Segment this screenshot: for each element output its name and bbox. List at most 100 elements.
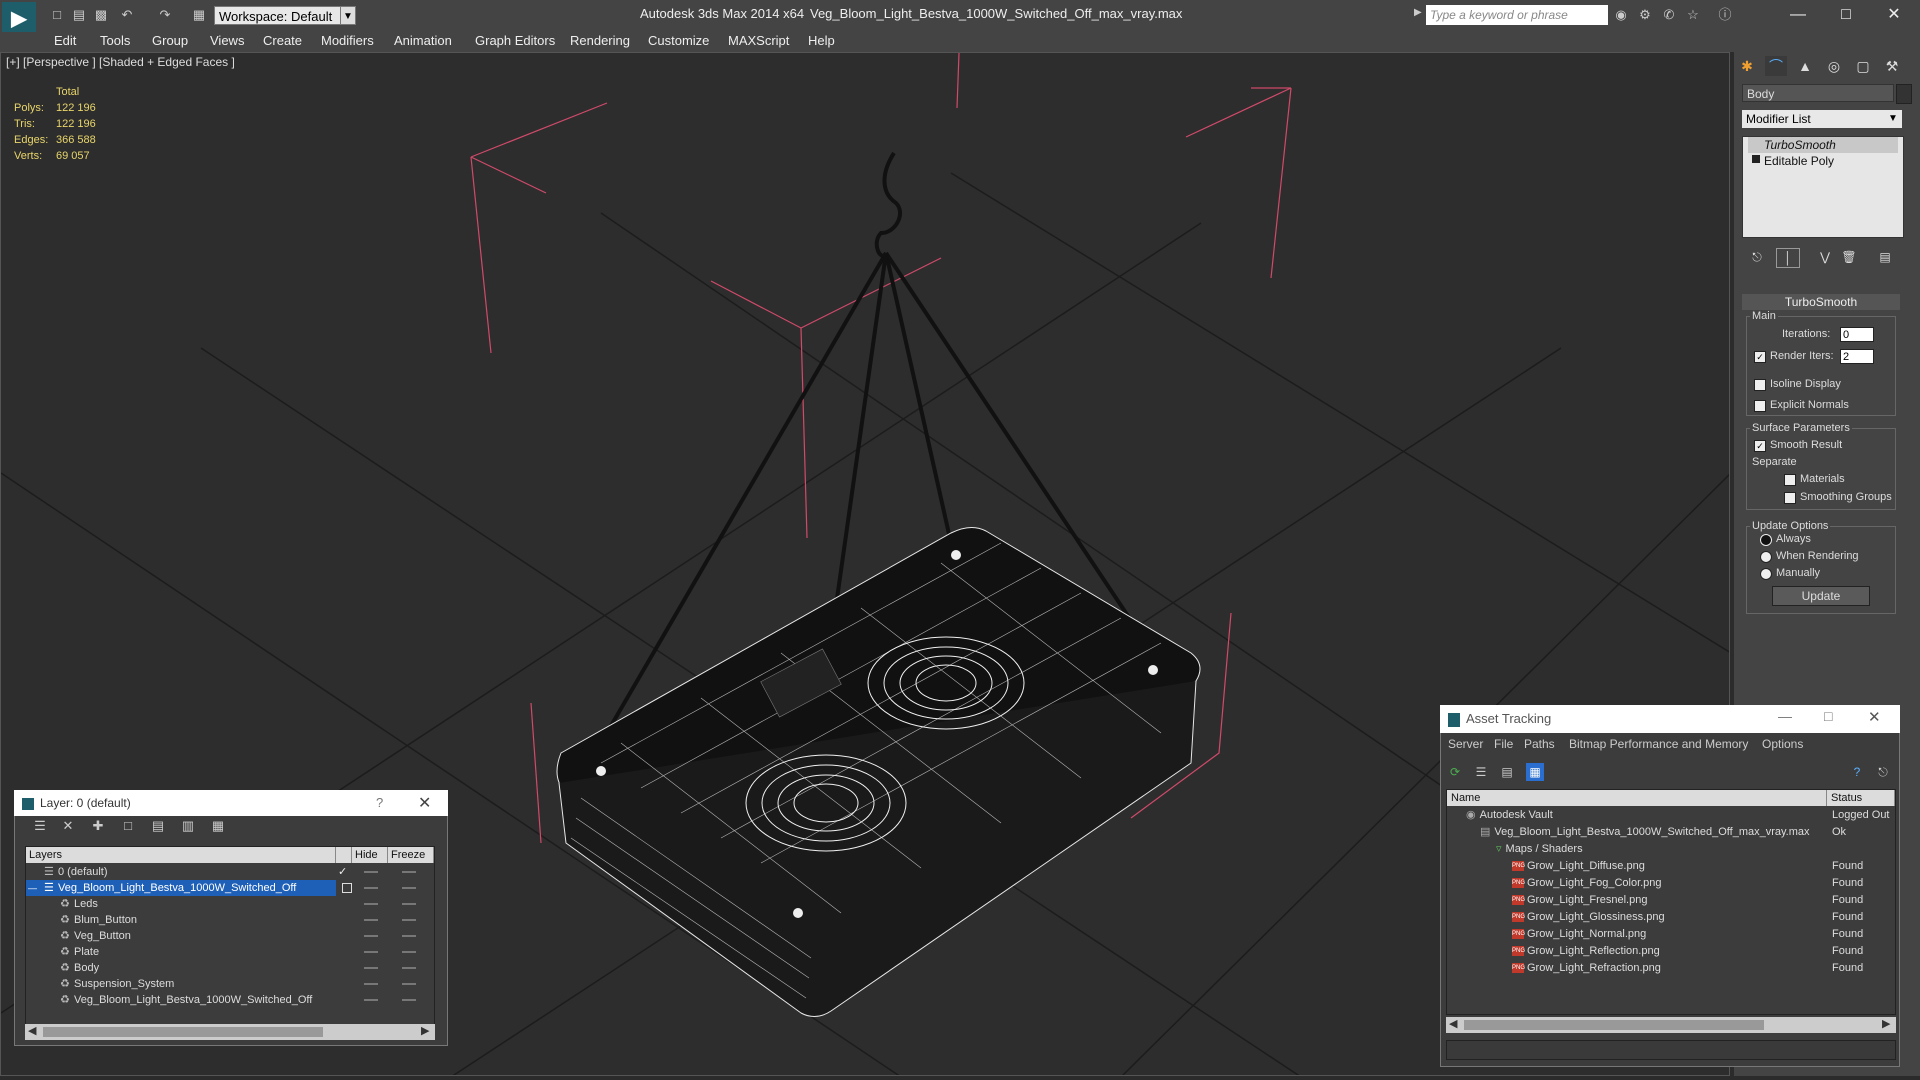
freeze-toggle[interactable]: [402, 999, 416, 1001]
asset-row-texture[interactable]: PNG Grow_Light_Normal.png: [1512, 926, 1646, 943]
layer-row[interactable]: ☰ 0 (default) ✓: [26, 864, 434, 880]
freeze-toggle[interactable]: [402, 887, 416, 889]
maximize-icon[interactable]: □: [1826, 3, 1866, 27]
hide-toggle[interactable]: [364, 887, 378, 889]
menu-graph-editors[interactable]: Graph Editors: [475, 33, 555, 48]
hierarchy-tab-icon[interactable]: ▲: [1794, 56, 1816, 76]
open-file-icon[interactable]: ▤: [70, 7, 88, 23]
freeze-toggle[interactable]: [402, 903, 416, 905]
new-file-icon[interactable]: □: [48, 7, 66, 23]
asset-menu-file[interactable]: File: [1494, 737, 1513, 751]
asset-row-vault[interactable]: ◉ Autodesk Vault: [1466, 807, 1553, 824]
menu-edit[interactable]: Edit: [54, 33, 76, 48]
menu-modifiers[interactable]: Modifiers: [321, 33, 374, 48]
display-tab-icon[interactable]: ▢: [1852, 56, 1874, 76]
stack-item-editable-poly[interactable]: Editable Poly: [1748, 153, 1898, 169]
utilities-tab-icon[interactable]: ⚒: [1881, 56, 1903, 76]
layer-horizontal-scrollbar[interactable]: ◀ ▶: [25, 1024, 435, 1040]
explicit-normals-checkbox[interactable]: [1754, 400, 1766, 412]
smooth-result-checkbox[interactable]: ✓: [1754, 440, 1766, 452]
materials-checkbox[interactable]: [1784, 474, 1796, 486]
save-file-icon[interactable]: ▩: [92, 7, 110, 23]
show-end-result-icon[interactable]: │: [1776, 248, 1800, 268]
menu-create[interactable]: Create: [263, 33, 302, 48]
communication-center-icon[interactable]: ✆: [1660, 7, 1678, 23]
motion-tab-icon[interactable]: ◎: [1823, 56, 1845, 76]
render-iters-spinner[interactable]: 2: [1840, 349, 1874, 364]
asset-row-texture[interactable]: PNG Grow_Light_Diffuse.png: [1512, 858, 1645, 875]
collapse-icon[interactable]: —: [28, 880, 37, 896]
hide-toggle[interactable]: [364, 871, 378, 873]
refresh-icon[interactable]: ⟳: [1446, 763, 1464, 781]
layer-row[interactable]: ♻ Body: [26, 960, 434, 976]
menu-maxscript[interactable]: MAXScript: [728, 33, 789, 48]
asset-row-max-file[interactable]: ▤ Veg_Bloom_Light_Bestva_1000W_Switched_O…: [1480, 824, 1810, 841]
layer-row[interactable]: ♻ Suspension_System: [26, 976, 434, 992]
help-icon[interactable]: ?: [1848, 763, 1866, 781]
stack-item-turbosmooth[interactable]: TurboSmooth: [1748, 137, 1898, 153]
subscription-icon[interactable]: ⚙: [1636, 7, 1654, 23]
add-to-layer-icon[interactable]: ✚: [88, 815, 108, 837]
menu-customize[interactable]: Customize: [648, 33, 709, 48]
render-column-header[interactable]: [336, 847, 352, 863]
scroll-left-icon[interactable]: ◀: [1449, 1017, 1457, 1030]
detail-view-icon[interactable]: ▤: [1498, 763, 1516, 781]
project-folder-icon[interactable]: ▦: [190, 7, 208, 23]
freeze-all-icon[interactable]: ▦: [208, 815, 228, 837]
close-icon[interactable]: ✕: [1874, 3, 1914, 27]
delete-layer-icon[interactable]: ✕: [58, 815, 78, 837]
asset-menu-paths[interactable]: Paths: [1524, 737, 1555, 751]
minimize-icon[interactable]: —: [1778, 708, 1792, 724]
menu-animation[interactable]: Animation: [394, 33, 452, 48]
search-input[interactable]: Type a keyword or phrase: [1426, 5, 1608, 25]
close-icon[interactable]: ✕: [418, 793, 431, 813]
scroll-right-icon[interactable]: ▶: [421, 1024, 429, 1037]
name-column-header[interactable]: Name: [1447, 790, 1827, 806]
menu-views[interactable]: Views: [210, 33, 244, 48]
create-tab-icon[interactable]: ✱: [1736, 56, 1758, 76]
checkmark-icon[interactable]: ✓: [338, 864, 347, 880]
menu-rendering[interactable]: Rendering: [570, 33, 630, 48]
layer-row[interactable]: ♻ Veg_Bloom_Light_Bestva_1000W_Switched_…: [26, 992, 434, 1008]
pin-stack-icon[interactable]: ⎋: [1746, 248, 1768, 266]
asset-row-texture[interactable]: PNG Grow_Light_Fresnel.png: [1512, 892, 1647, 909]
binoculars-icon[interactable]: ◉: [1612, 7, 1630, 23]
freeze-column-header[interactable]: Freeze: [388, 847, 434, 863]
asset-horizontal-scrollbar[interactable]: ◀ ▶: [1446, 1017, 1896, 1033]
undo-icon[interactable]: ↶: [118, 7, 136, 23]
table-view-icon[interactable]: ▦: [1526, 763, 1544, 781]
menu-tools[interactable]: Tools: [100, 33, 130, 48]
always-radio[interactable]: [1760, 534, 1772, 546]
highlight-layer-icon[interactable]: ▤: [148, 815, 168, 837]
when-rendering-radio[interactable]: [1760, 551, 1772, 563]
freeze-toggle[interactable]: [402, 951, 416, 953]
asset-row-texture[interactable]: PNG Grow_Light_Glossiness.png: [1512, 909, 1665, 926]
menu-help[interactable]: Help: [808, 33, 835, 48]
layers-column-header[interactable]: Layers: [26, 847, 336, 863]
favorites-star-icon[interactable]: ☆: [1684, 7, 1702, 23]
app-logo-icon[interactable]: ▶: [2, 2, 36, 36]
iterations-spinner[interactable]: 0: [1840, 327, 1874, 342]
modifier-list-dropdown[interactable]: Modifier List: [1742, 110, 1902, 128]
freeze-toggle[interactable]: [402, 935, 416, 937]
layer-row[interactable]: ♻ Veg_Button: [26, 928, 434, 944]
hide-toggle[interactable]: [364, 935, 378, 937]
chevron-down-icon[interactable]: ▼: [1885, 111, 1901, 127]
hide-toggle[interactable]: [364, 983, 378, 985]
pin-icon[interactable]: ⎋: [1874, 763, 1892, 781]
redo-icon[interactable]: ↷: [156, 7, 174, 23]
hide-toggle[interactable]: [364, 999, 378, 1001]
isoline-checkbox[interactable]: [1754, 379, 1766, 391]
layer-row[interactable]: ♻ Plate: [26, 944, 434, 960]
render-iters-checkbox[interactable]: ✓: [1754, 351, 1766, 363]
render-toggle[interactable]: [342, 883, 352, 893]
hide-toggle[interactable]: [364, 919, 378, 921]
menu-group[interactable]: Group: [152, 33, 188, 48]
remove-modifier-icon[interactable]: 🗑: [1838, 248, 1860, 266]
scroll-left-icon[interactable]: ◀: [28, 1024, 36, 1037]
freeze-toggle[interactable]: [402, 967, 416, 969]
modify-tab-icon[interactable]: ⌒: [1765, 56, 1787, 76]
object-name-field[interactable]: Body: [1742, 84, 1894, 102]
search-expand-icon[interactable]: ▶: [1414, 7, 1422, 18]
list-view-icon[interactable]: ☰: [1472, 763, 1490, 781]
